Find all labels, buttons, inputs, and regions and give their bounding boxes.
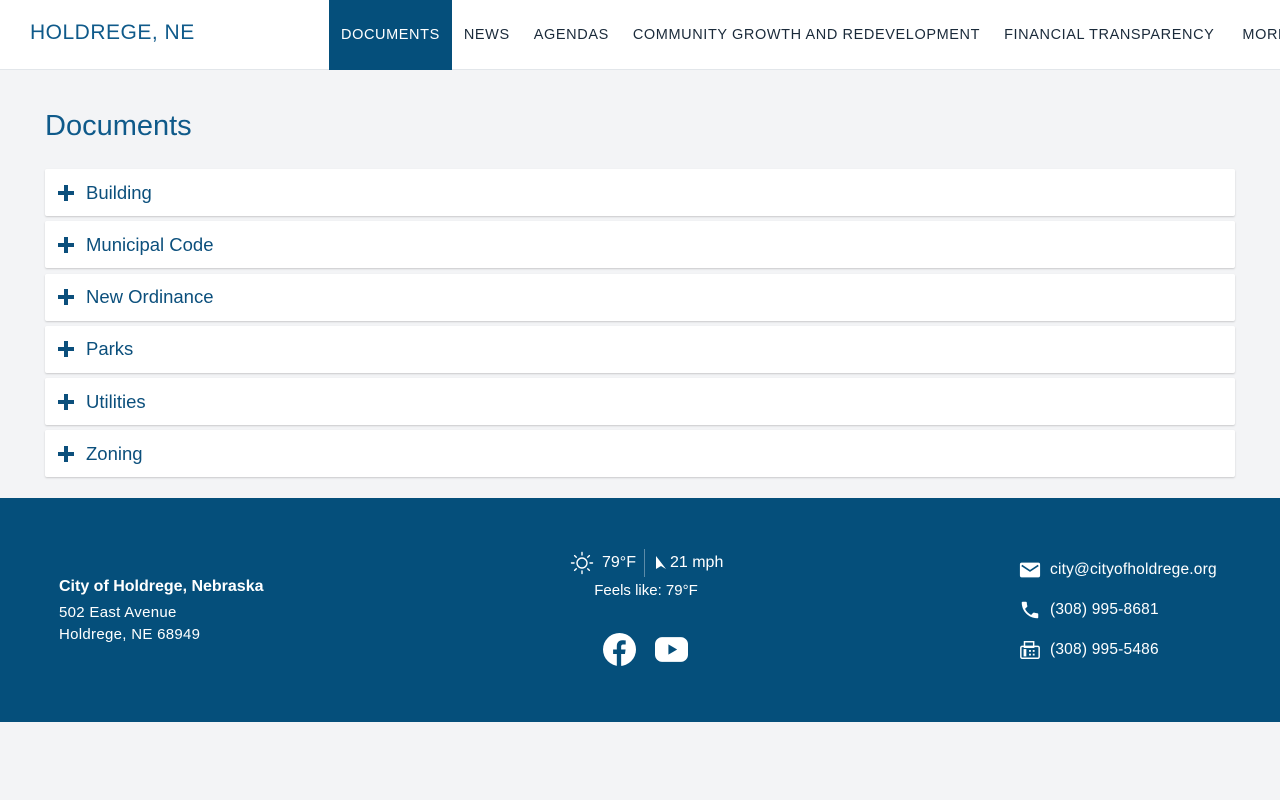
nav-financial-transparency[interactable]: FINANCIAL TRANSPARENCY [992, 0, 1226, 70]
feels-like: Feels like: 79°F [594, 582, 698, 599]
accordion-item-new-ordinance[interactable]: New Ordinance [45, 273, 1235, 321]
weather-divider [643, 549, 645, 577]
accordion-item-building[interactable]: Building [45, 169, 1235, 216]
temperature: 79°F [602, 554, 636, 571]
address-line-2: Holdrege, NE 68949 [59, 626, 201, 643]
contact-email[interactable]: city@cityofholdrege.org [1019, 558, 1217, 582]
accordion-label: Building [86, 181, 152, 203]
email-text: city@cityofholdrege.org [1050, 561, 1217, 578]
accordion-item-utilities[interactable]: Utilities [45, 378, 1235, 426]
nav-documents[interactable]: DOCUMENTS [329, 0, 452, 70]
documents-accordion: Building Municipal Code New Ordinance Pa… [45, 169, 1235, 483]
youtube-icon[interactable] [655, 633, 688, 666]
phone-text: (308) 995-8681 [1050, 601, 1159, 618]
contact-fax[interactable]: (308) 995-5486 [1019, 638, 1217, 662]
accordion-item-municipal-code[interactable]: Municipal Code [45, 221, 1235, 269]
facebook-icon[interactable] [603, 633, 636, 666]
address-line-1: 502 East Avenue [59, 604, 177, 621]
accordion-label: Utilities [86, 390, 146, 412]
nav-more[interactable]: MORE ▶ [1226, 0, 1280, 70]
org-name: City of Holdrege, Nebraska [59, 578, 264, 595]
plus-icon [58, 341, 74, 358]
nav-agendas[interactable]: AGENDAS [522, 0, 621, 70]
nav-news[interactable]: NEWS [452, 0, 522, 70]
contact-info: city@cityofholdrege.org (308) 995-8681 (… [1019, 558, 1217, 678]
site-title[interactable]: HOLDREGE, NE [30, 21, 195, 45]
main-nav: DOCUMENTS NEWS AGENDAS COMMUNITY GROWTH … [329, 0, 1280, 70]
site-header: HOLDREGE, NE DOCUMENTS NEWS AGENDAS COMM… [0, 0, 1280, 70]
plus-icon [58, 289, 74, 306]
wind-direction-icon [655, 556, 666, 569]
wind-speed: 21 mph [669, 554, 724, 571]
plus-icon [58, 393, 74, 410]
accordion-label: Parks [86, 338, 134, 360]
accordion-label: Zoning [86, 442, 143, 464]
sun-icon [570, 551, 594, 575]
accordion-item-zoning[interactable]: Zoning [45, 430, 1235, 478]
plus-icon [58, 184, 74, 201]
fax-text: (308) 995-5486 [1050, 641, 1159, 658]
fax-icon [1020, 641, 1040, 659]
page-title: Documents [45, 110, 192, 142]
nav-more-label: MORE [1242, 27, 1280, 43]
accordion-label: New Ordinance [86, 286, 214, 308]
site-footer: City of Holdrege, Nebraska 502 East Aven… [0, 498, 1280, 722]
plus-icon [58, 236, 74, 253]
mail-icon [1019, 562, 1041, 578]
accordion-label: Municipal Code [86, 233, 214, 255]
plus-icon [58, 445, 74, 462]
footer-address: City of Holdrege, Nebraska 502 East Aven… [59, 578, 264, 646]
social-links [603, 633, 707, 666]
weather-widget: 79°F 21 mph Feels like: 79°F [570, 548, 730, 599]
accordion-item-parks[interactable]: Parks [45, 325, 1235, 373]
contact-phone[interactable]: (308) 995-8681 [1019, 598, 1217, 622]
phone-icon [1021, 601, 1039, 619]
nav-community-growth[interactable]: COMMUNITY GROWTH AND REDEVELOPMENT [621, 0, 992, 70]
